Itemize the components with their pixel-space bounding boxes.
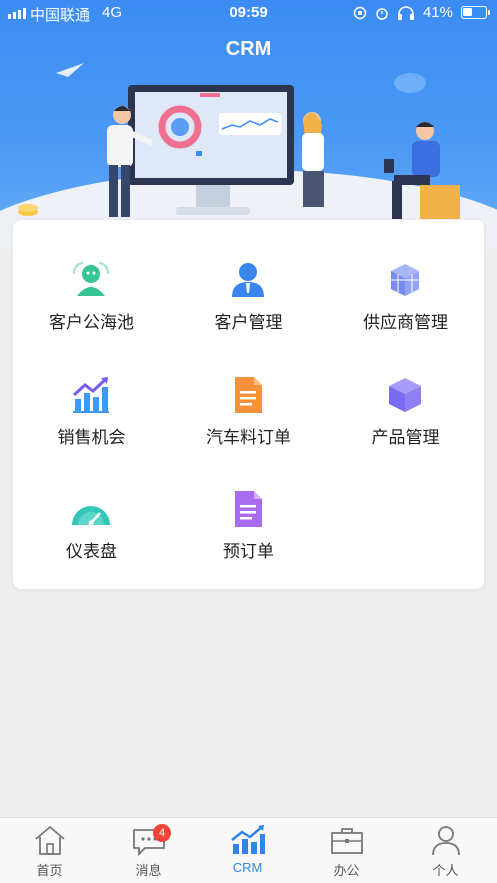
menu-item-label: 客户管理 (214, 313, 283, 332)
battery-icon (461, 6, 490, 19)
menu-item-label: 销售机会 (57, 428, 126, 447)
menu-item-label: 供应商管理 (363, 313, 448, 332)
crm-illustration (18, 63, 460, 219)
tab-label: 办公 (333, 863, 360, 878)
menu-item-pre-order[interactable]: 预订单 (170, 449, 327, 561)
menu-item-supplier[interactable]: 供应商管理 (327, 220, 484, 332)
header-banner: 中国联通 4G 09:59 41% CRM (0, 0, 497, 250)
menu-card: 客户公海池 客户管理 供应商管理 销售机会 汽车料订单 产品管理 仪表盘 预订单 (13, 220, 484, 589)
tab-label: 消息 (135, 863, 162, 878)
bottom-tab-bar: 首页 4 消息 CRM 办公 个人 (0, 817, 497, 883)
menu-item-dashboard[interactable]: 仪表盘 (13, 449, 170, 561)
menu-item-sales-opportunity[interactable]: 销售机会 (13, 335, 170, 447)
tab-messages[interactable]: 4 消息 (99, 818, 198, 883)
menu-item-customer-manage[interactable]: 客户管理 (170, 220, 327, 332)
tab-profile[interactable]: 个人 (396, 818, 495, 883)
menu-item-label: 客户公海池 (49, 313, 134, 332)
cube-icon (385, 375, 425, 415)
customer-manage-icon (228, 260, 268, 300)
menu-item-product-manage[interactable]: 产品管理 (327, 335, 484, 447)
person-icon (432, 826, 460, 856)
briefcase-icon (331, 828, 363, 854)
customer-pool-icon (71, 260, 111, 300)
menu-item-label: 汽车料订单 (206, 428, 291, 447)
dashboard-gauge-icon (71, 489, 111, 529)
tab-label: 个人 (432, 863, 459, 878)
status-bar: 中国联通 4G 09:59 41% (0, 0, 497, 26)
message-count-badge: 4 (153, 824, 171, 842)
tab-label: 首页 (36, 863, 63, 878)
tab-home[interactable]: 首页 (0, 818, 99, 883)
supplier-icon (385, 260, 425, 300)
crm-chart-icon (231, 825, 265, 854)
tab-office[interactable]: 办公 (297, 818, 396, 883)
alarm-icon (376, 7, 388, 20)
headphones-icon (397, 5, 414, 20)
screen-lock-icon (353, 6, 367, 19)
document-orange-icon (228, 375, 268, 415)
home-icon (35, 825, 65, 855)
tab-label: CRM (232, 860, 263, 875)
sales-chart-icon (71, 375, 111, 415)
menu-item-label: 仪表盘 (66, 542, 117, 561)
menu-item-label: 产品管理 (371, 428, 440, 447)
menu-item-customer-pool[interactable]: 客户公海池 (13, 220, 170, 332)
tab-crm[interactable]: CRM (198, 818, 297, 883)
status-right: 41% (353, 4, 490, 21)
document-purple-icon (228, 489, 268, 529)
menu-item-label: 预订单 (223, 542, 274, 561)
menu-item-auto-parts-order[interactable]: 汽车料订单 (170, 335, 327, 447)
battery-percent: 41% (422, 4, 453, 21)
page-title: CRM (225, 38, 272, 60)
